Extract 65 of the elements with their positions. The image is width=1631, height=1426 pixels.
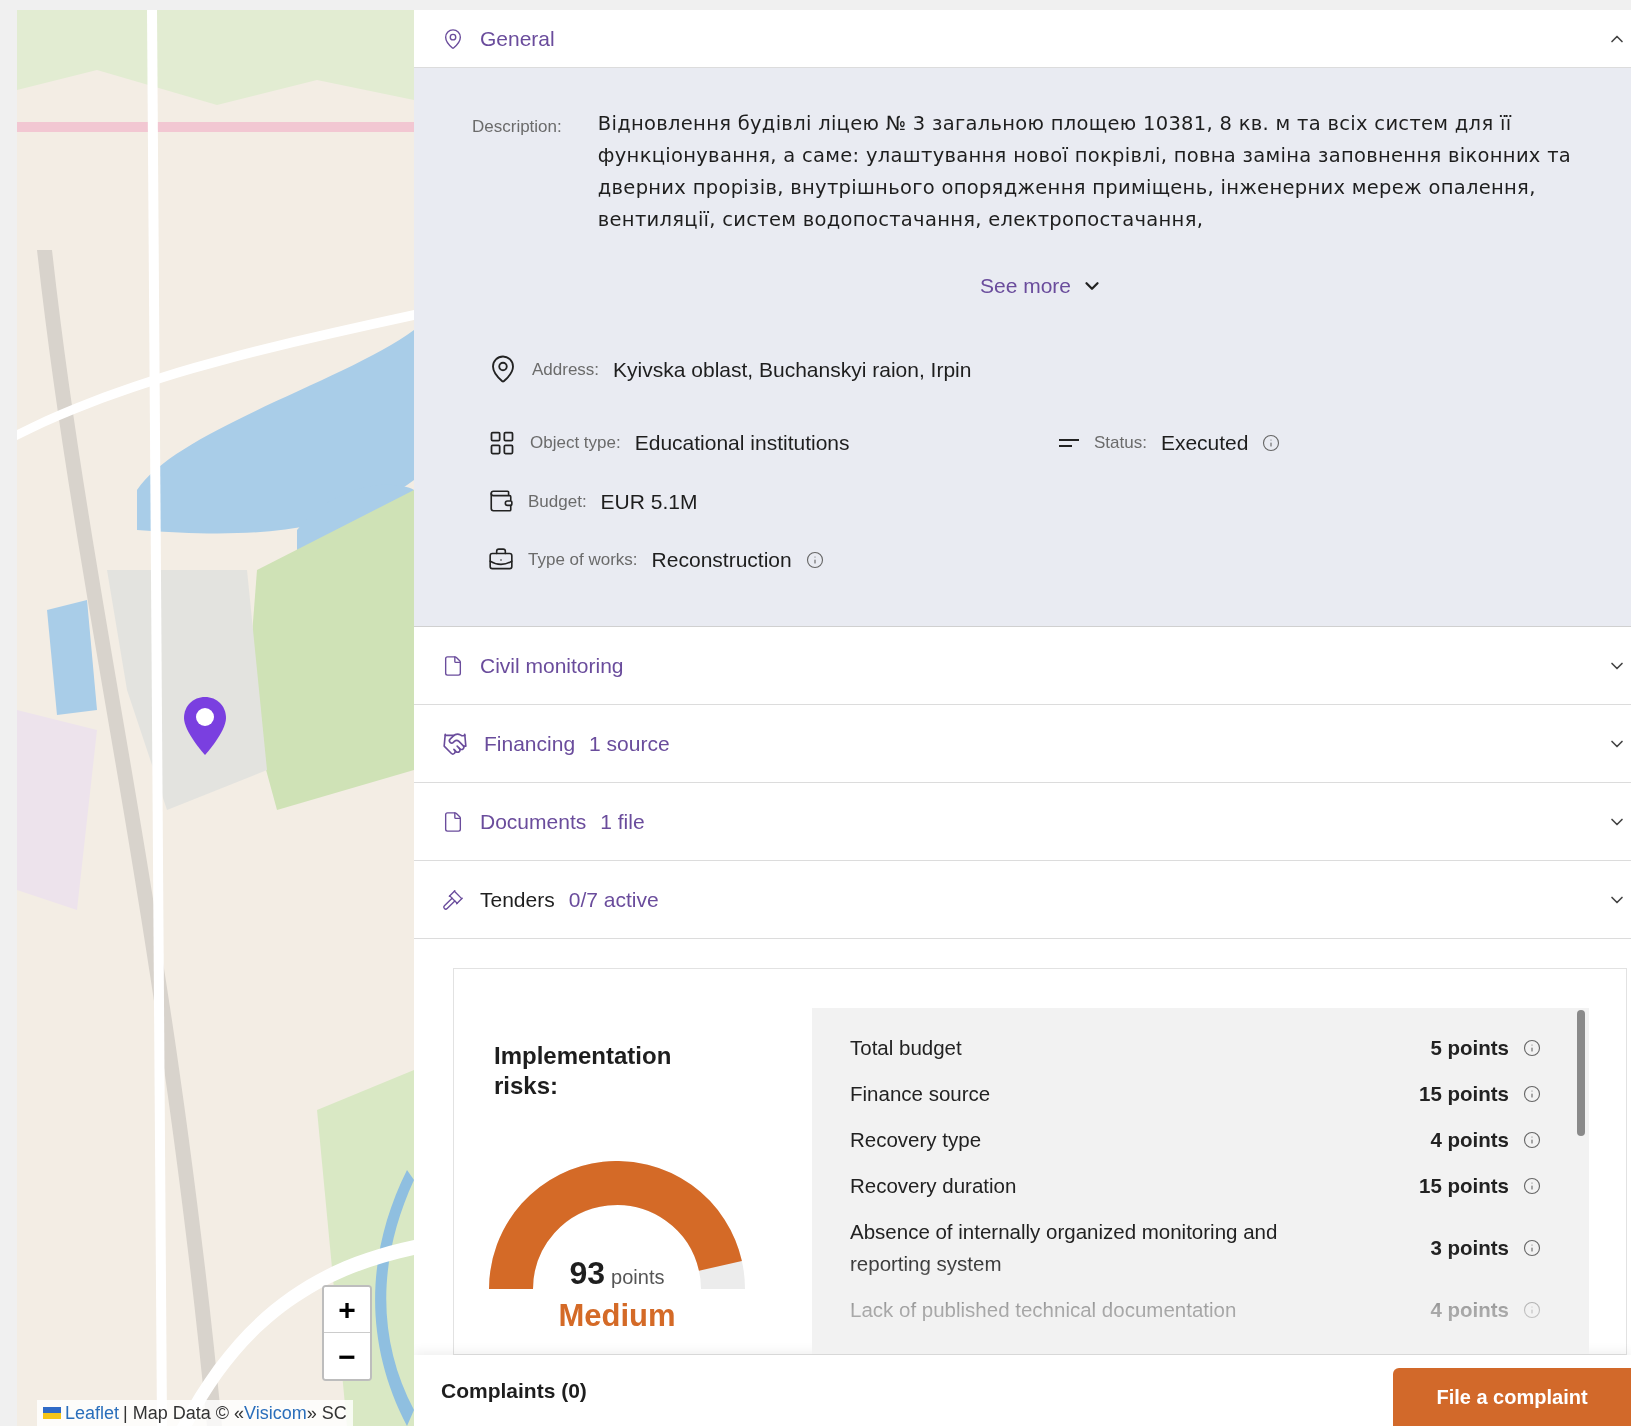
flag-icon <box>43 1407 61 1419</box>
risk-points: 15 points <box>1419 1172 1509 1199</box>
section-title: Financing <box>484 730 576 757</box>
field-label: Address: <box>532 358 600 381</box>
info-icon[interactable] <box>1523 1039 1541 1057</box>
risk-factor: Finance source <box>850 1081 992 1107</box>
document-icon <box>442 654 464 677</box>
map-marker-icon[interactable] <box>183 696 227 756</box>
risk-factor: Recovery duration <box>850 1173 1018 1199</box>
risk-points: 5 points <box>1430 1034 1509 1061</box>
wallet-icon <box>488 488 514 515</box>
risk-points: 3 points <box>1430 1234 1509 1261</box>
complaints-count: Complaints (0) <box>441 1377 587 1404</box>
info-icon[interactable] <box>805 550 824 569</box>
info-icon[interactable] <box>1523 1177 1541 1195</box>
attribution-text: | Map Data © « <box>123 1401 245 1425</box>
score-unit: points <box>611 1265 665 1290</box>
document-icon <box>442 810 464 833</box>
info-icon[interactable] <box>1262 433 1281 452</box>
field-value: Kyivska oblast, Buchanskyi raion, Irpin <box>613 356 972 383</box>
risk-factor: Recovery type <box>850 1127 983 1153</box>
description-text: Відновлення будівлі ліцею № 3 загальною площею 10381, 8 кв. м та всіх систем для її функціонування, а саме: улаштування нової покрівлі, повна заміна заповнення віконних та дверних прорізів, внутрішнього опорядження приміщень, інженерних мереж опалення, вентиляції, систем водопостачання, електропостачання, <box>597 111 1573 233</box>
accordion-header[interactable]: Civil monitoring <box>414 627 1631 705</box>
risk-score: 93 <box>569 1254 606 1293</box>
see-more-button[interactable]: See more <box>979 270 1103 302</box>
attribution-text: » SC <box>306 1401 347 1425</box>
accordion-header[interactable]: Documents 1 file <box>414 783 1631 861</box>
risk-factor: Total budget <box>850 1035 963 1061</box>
risk-factor: Absence of internally organized monitoring and reporting system <box>850 1219 1279 1277</box>
field-value: Reconstruction <box>651 547 792 573</box>
info-icon[interactable] <box>1523 1085 1541 1103</box>
risk-factor: Lack of published technical documentation <box>850 1297 1238 1323</box>
field-label: Type of works: <box>528 549 638 571</box>
field-value: EUR 5.1M <box>600 488 698 515</box>
gavel-icon <box>442 888 464 911</box>
field-value: Educational institutions <box>634 430 850 456</box>
field-value: Executed <box>1160 430 1249 456</box>
zoom-in-button[interactable]: + <box>324 1287 370 1333</box>
location-pin-icon <box>442 27 464 50</box>
field-label: Budget: <box>528 490 587 513</box>
field-label: Status: <box>1094 432 1147 454</box>
accordion-header[interactable]: Financing 1 source <box>414 705 1631 783</box>
info-icon[interactable] <box>1523 1239 1541 1257</box>
visicom-link[interactable]: Visicom <box>244 1399 307 1426</box>
section-count: 1 source <box>589 730 670 757</box>
section-title: Tenders <box>480 886 555 913</box>
section-count: 0/7 active <box>568 886 659 913</box>
lines-icon <box>1058 437 1080 448</box>
leaflet-link[interactable]: Leaflet <box>65 1399 120 1426</box>
scrollbar[interactable] <box>1577 1010 1585 1136</box>
description-label: Description: <box>472 116 562 138</box>
risk-points: 15 points <box>1419 1080 1509 1107</box>
section-title: Documents <box>480 808 587 835</box>
risk-points: 4 points <box>1430 1126 1509 1153</box>
section-title: General <box>480 25 555 52</box>
field-label: Object type: <box>530 432 621 454</box>
risk-title: Implementation risks: <box>494 1041 673 1101</box>
handshake-icon <box>442 730 468 757</box>
risk-points: 4 points <box>1430 1296 1509 1323</box>
section-title: Civil monitoring <box>480 652 624 679</box>
accordion-header[interactable]: Tenders 0/7 active <box>414 861 1631 939</box>
section-count: 1 file <box>600 808 645 835</box>
risk-rating: Medium <box>558 1297 676 1335</box>
info-icon[interactable] <box>1523 1131 1541 1149</box>
file-complaint-button[interactable]: File a complaint <box>1393 1368 1631 1426</box>
